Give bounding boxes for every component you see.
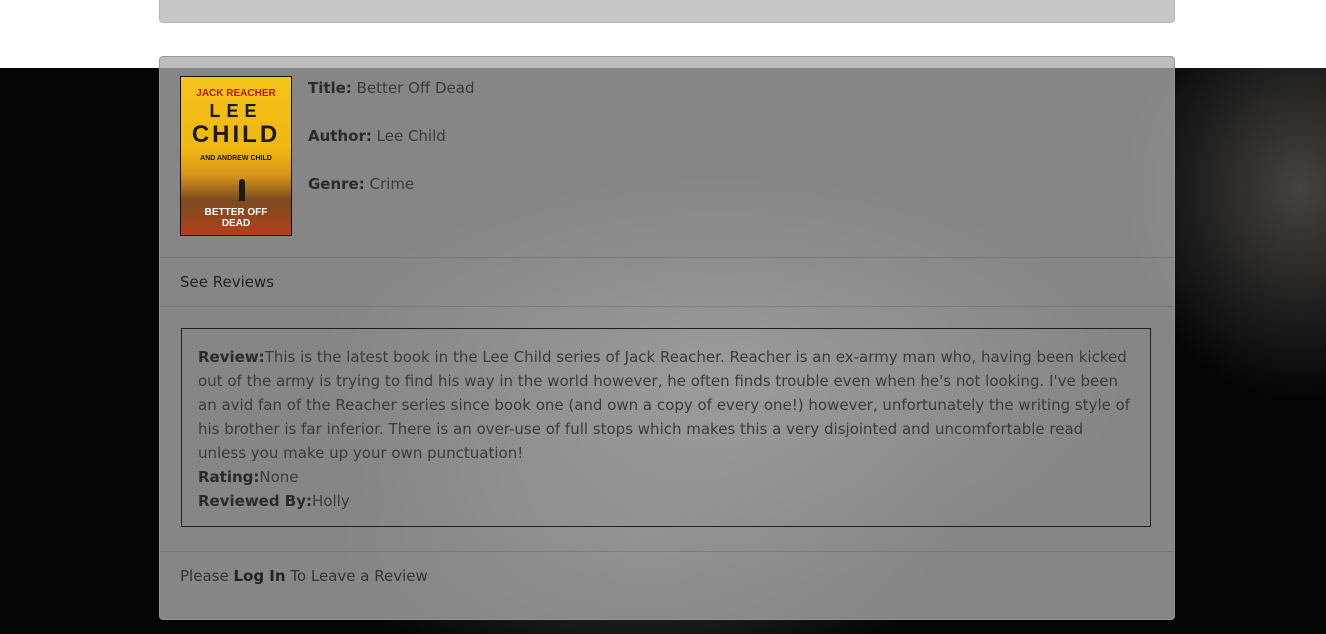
cover-figure-graphic — [239, 179, 245, 201]
login-prompt-prefix: Please — [180, 567, 234, 585]
review-text: This is the latest book in the Lee Child… — [198, 348, 1131, 462]
title-value: Better Off Dead — [356, 79, 475, 97]
reviewer-line: Reviewed By:Holly — [198, 489, 1134, 513]
author-value: Lee Child — [376, 127, 446, 145]
review-label: Review: — [198, 348, 265, 366]
genre-label: Genre: — [308, 175, 365, 193]
rating-line: Rating:None — [198, 465, 1134, 489]
reviewer-value: Holly — [312, 492, 350, 510]
review-text-block: Review:This is the latest book in the Le… — [198, 345, 1134, 465]
cover-title-line1: BETTER OFF — [204, 207, 268, 218]
see-reviews-toggle[interactable]: See Reviews — [180, 273, 274, 291]
book-info: Title: Better Off Dead Author: Lee Child… — [308, 78, 475, 222]
book-details: JACK REACHER LEE CHILD AND ANDREW CHILD … — [160, 57, 1174, 258]
section-divider — [160, 551, 1174, 552]
rating-label: Rating: — [198, 468, 260, 486]
author-row: Author: Lee Child — [308, 126, 475, 174]
page: JACK REACHER LEE CHILD AND ANDREW CHILD … — [0, 0, 1326, 634]
cover-co-author: AND ANDREW CHILD — [200, 155, 272, 162]
top-panel — [159, 0, 1175, 23]
cover-title-line2: DEAD — [221, 218, 251, 229]
title-label: Title: — [308, 79, 352, 97]
cover-series-text: JACK REACHER — [196, 88, 276, 99]
cover-title: BETTER OFF DEAD — [181, 207, 291, 229]
login-prompt-suffix: To Leave a Review — [285, 567, 428, 585]
login-link[interactable]: Log In — [233, 567, 285, 585]
reviewer-label: Reviewed By: — [198, 492, 313, 510]
book-card: JACK REACHER LEE CHILD AND ANDREW CHILD … — [159, 56, 1175, 620]
cover-author-first: LEE — [209, 101, 263, 121]
genre-value: Crime — [369, 175, 415, 193]
title-row: Title: Better Off Dead — [308, 78, 475, 126]
genre-row: Genre: Crime — [308, 174, 475, 222]
rating-value: None — [259, 468, 299, 486]
book-cover-image: JACK REACHER LEE CHILD AND ANDREW CHILD … — [180, 76, 292, 236]
review-item: Review:This is the latest book in the Le… — [181, 328, 1151, 527]
author-label: Author: — [308, 127, 372, 145]
cover-author-last: CHILD — [191, 121, 281, 148]
reviews-header: See Reviews — [160, 258, 1174, 307]
login-prompt: Please Log In To Leave a Review — [180, 567, 428, 585]
